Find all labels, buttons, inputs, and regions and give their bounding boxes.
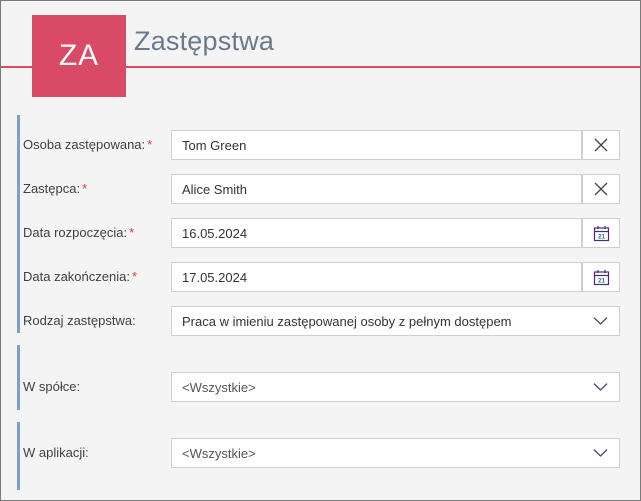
select-application[interactable]: <Wszystkie>: [171, 438, 620, 468]
chevron-down-icon[interactable]: [581, 438, 619, 468]
label-company: W spółce:: [23, 372, 80, 402]
clear-substitute-button[interactable]: [582, 174, 620, 204]
input-end-date[interactable]: 17.05.2024: [171, 262, 582, 292]
label-start-date-text: Data rozpoczęcia:: [23, 225, 128, 240]
select-company[interactable]: <Wszystkie>: [171, 372, 620, 402]
label-substituted-person-text: Osoba zastępowana:: [23, 137, 146, 152]
label-application: W aplikacji:: [23, 438, 89, 468]
required-marker: *: [131, 269, 138, 284]
label-substitute: Zastępca: *: [23, 174, 87, 204]
input-end-date-value: 17.05.2024: [182, 269, 248, 285]
label-end-date: Data zakończenia: *: [23, 262, 137, 292]
select-company-value: <Wszystkie>: [182, 379, 256, 395]
input-substitute-value: Alice Smith: [182, 181, 248, 197]
label-substituted-person: Osoba zastępowana: *: [23, 130, 152, 160]
label-substitution-type: Rodzaj zastępstwa:: [23, 306, 136, 336]
input-start-date[interactable]: 16.05.2024: [171, 218, 582, 248]
substitution-dialog-window: ZA Zastępstwa Osoba zastępowana: * Tom Gr…: [0, 0, 641, 501]
input-substituted-person[interactable]: Tom Green: [171, 130, 582, 160]
label-end-date-text: Data zakończenia:: [23, 269, 130, 284]
select-substitution-type[interactable]: Praca w imieniu zastępowanej osoby z peł…: [171, 306, 620, 336]
close-icon: [594, 138, 608, 152]
field-row-substitution-type: Rodzaj zastępstwa: Praca w imieniu zastę…: [1, 306, 640, 336]
page-title: Zastępstwa: [134, 26, 275, 56]
end-date-picker-button[interactable]: 21: [582, 262, 620, 292]
label-substitute-text: Zastępca:: [23, 181, 81, 196]
input-substituted-person-value: Tom Green: [182, 137, 247, 153]
label-company-text: W spółce:: [23, 379, 81, 394]
input-start-date-value: 16.05.2024: [182, 225, 248, 241]
clear-substituted-person-button[interactable]: [582, 130, 620, 160]
calendar-icon: 21: [593, 225, 610, 242]
field-row-company: W spółce: <Wszystkie>: [1, 372, 640, 402]
label-start-date: Data rozpoczęcia: *: [23, 218, 134, 248]
field-row-start-date: Data rozpoczęcia: * 16.05.2024 21: [1, 218, 640, 248]
start-date-picker-button[interactable]: 21: [582, 218, 620, 248]
field-row-application: W aplikacji: <Wszystkie>: [1, 438, 640, 468]
field-row-substituted-person: Osoba zastępowana: * Tom Green: [1, 130, 640, 160]
input-substitute[interactable]: Alice Smith: [171, 174, 582, 204]
svg-text:21: 21: [597, 233, 605, 240]
substitution-form: Osoba zastępowana: * Tom Green Zastępca: *…: [1, 100, 640, 500]
avatar: ZA: [32, 15, 126, 97]
label-substitution-type-text: Rodzaj zastępstwa:: [23, 313, 136, 328]
calendar-icon: 21: [593, 269, 610, 286]
select-substitution-type-value: Praca w imieniu zastępowanej osoby z peł…: [182, 313, 512, 329]
label-application-text: W aplikacji:: [23, 445, 89, 460]
select-application-value: <Wszystkie>: [182, 445, 256, 461]
avatar-initials: ZA: [58, 39, 100, 72]
svg-text:21: 21: [597, 277, 605, 284]
field-row-substitute: Zastępca: * Alice Smith: [1, 174, 640, 204]
chevron-down-icon[interactable]: [581, 306, 619, 336]
close-icon: [594, 182, 608, 196]
dialog-header: ZA Zastępstwa: [1, 1, 640, 100]
field-row-end-date: Data zakończenia: * 17.05.2024 21: [1, 262, 640, 292]
required-marker: *: [82, 181, 88, 196]
chevron-down-icon[interactable]: [581, 372, 619, 402]
required-marker: *: [147, 137, 153, 152]
required-marker: *: [129, 225, 135, 240]
